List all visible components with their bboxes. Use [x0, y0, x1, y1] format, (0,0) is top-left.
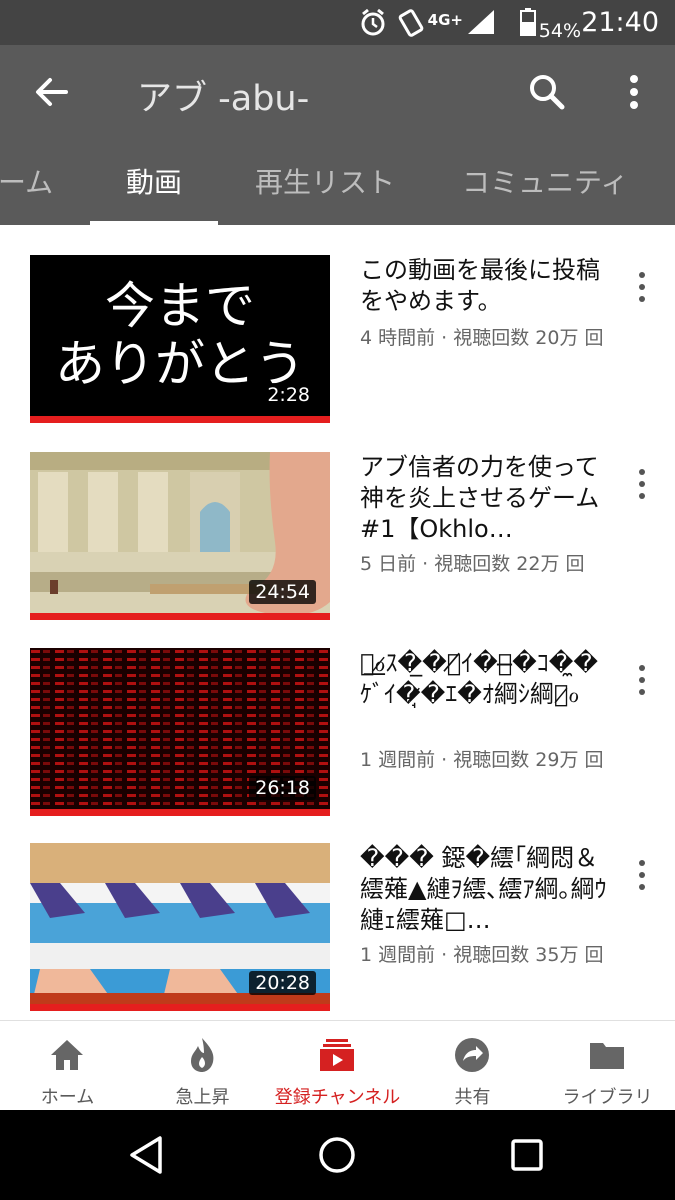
share-icon: [455, 1038, 489, 1072]
video-thumbnail[interactable]: 26:18: [30, 648, 330, 816]
video-item[interactable]: 24:54 アブ信者の力を使って神を炎上させるゲーム #1【Okhlo… 5 日…: [0, 452, 675, 622]
active-tab-indicator: [90, 221, 218, 225]
nav-label: 登録チャンネル: [274, 1087, 401, 1108]
more-vert-icon: [639, 860, 645, 890]
watched-progress-bar: [30, 1004, 330, 1011]
app-bar: アブ -abu- ーム 動画 再生リスト コミュニティ: [0, 45, 675, 225]
tab-playlists[interactable]: 再生リスト: [255, 161, 395, 201]
tab-videos[interactable]: 動画: [126, 161, 182, 201]
tab-home[interactable]: ーム: [0, 161, 53, 201]
video-menu-button[interactable]: [626, 267, 658, 307]
watched-progress-bar: [30, 416, 330, 423]
search-button[interactable]: [522, 67, 572, 117]
system-navigation-bar: [0, 1110, 675, 1200]
trending-flame-icon: [191, 1038, 214, 1072]
battery-icon: [520, 8, 536, 36]
channel-title: アブ -abu-: [137, 79, 310, 119]
video-title[interactable]: す͟ℴ̷ｽ�̲�ｸ̸ｲ�ｹ̶�ｺ�̼�ｹﾞｲ�̷̘�ｴ�ｵ綱ｼ綱ｳ̷ℴ: [360, 648, 610, 741]
subscriptions-icon: [320, 1039, 354, 1071]
video-thumbnail[interactable]: 今まで ありがとう 2:28: [30, 255, 330, 423]
nav-recents-square-icon[interactable]: [502, 1130, 552, 1180]
video-menu-button[interactable]: [626, 660, 658, 700]
bottom-navigation: ホーム 急上昇 登録チャンネル 共有 ライブラリ: [0, 1020, 675, 1110]
video-item[interactable]: 今まで ありがとう 2:28 この動画を最後に投稿をやめます。 4 時間前 · …: [0, 255, 675, 425]
video-menu-button[interactable]: [626, 464, 658, 504]
search-icon: [530, 75, 565, 110]
video-item[interactable]: 20:28 ��� 鐚�繧｢綱悶＆繧薙▲縺ｦ繧､繧ｱ綱｡綱ｳ縺ｪ繧薙□… 1 週…: [0, 843, 675, 1013]
video-duration: 2:28: [261, 383, 316, 407]
back-button[interactable]: [28, 67, 78, 117]
nav-home-circle-icon[interactable]: [312, 1130, 362, 1180]
video-meta: 5 日前 · 視聴回数 22万 回: [360, 553, 585, 575]
vibrate-icon: [398, 9, 424, 37]
video-thumbnail[interactable]: 20:28: [30, 843, 330, 1011]
watched-progress-bar: [30, 809, 330, 816]
more-vert-icon: [639, 665, 645, 695]
signal-icon: [468, 10, 494, 34]
video-meta: 1 週間前 · 視聴回数 29万 回: [360, 749, 604, 771]
video-title[interactable]: この動画を最後に投稿をやめます。: [360, 255, 610, 317]
video-menu-button[interactable]: [626, 855, 658, 895]
status-bar: 4G+ 54% 21:40: [0, 0, 675, 45]
video-duration: 20:28: [249, 971, 316, 995]
video-meta: 4 時間前 · 視聴回数 20万 回: [360, 327, 604, 349]
network-type: 4G+: [427, 10, 463, 29]
more-vert-icon: [639, 272, 645, 302]
clock: 21:40: [581, 7, 659, 38]
library-folder-icon: [590, 1043, 624, 1069]
nav-label: 急上昇: [175, 1087, 230, 1108]
video-thumbnail[interactable]: 24:54: [30, 452, 330, 620]
nav-subscriptions[interactable]: 登録チャンネル: [270, 1021, 405, 1111]
nav-label: ライブラリ: [562, 1087, 653, 1108]
video-duration: 26:18: [249, 776, 316, 800]
video-title[interactable]: ��� 鐚�繧｢綱悶＆繧薙▲縺ｦ繧､繧ｱ綱｡綱ｳ縺ｪ繧薙□…: [360, 843, 610, 936]
thumbnail-text-line: 今まで: [105, 277, 255, 335]
nav-back-triangle-icon[interactable]: [122, 1130, 172, 1180]
arrow-back-icon: [36, 78, 68, 106]
video-meta: 1 週間前 · 視聴回数 35万 回: [360, 944, 604, 966]
nav-trending[interactable]: 急上昇: [135, 1021, 270, 1111]
channel-tabs: ーム 動画 再生リスト コミュニティ: [0, 145, 675, 225]
video-duration: 24:54: [249, 580, 316, 604]
nav-home[interactable]: ホーム: [0, 1021, 135, 1111]
video-title[interactable]: アブ信者の力を使って神を炎上させるゲーム #1【Okhlo…: [360, 452, 610, 545]
more-options-button[interactable]: [612, 67, 656, 117]
alarm-icon: [361, 8, 385, 36]
watched-progress-bar: [30, 613, 330, 620]
nav-library[interactable]: ライブラリ: [540, 1021, 675, 1111]
nav-label: 共有: [454, 1087, 491, 1108]
more-vert-icon: [630, 75, 638, 109]
more-vert-icon: [639, 469, 645, 499]
video-item[interactable]: 26:18 す͟ℴ̷ｽ�̲�ｸ̸ｲ�ｹ̶�ｺ�̼�ｹﾞｲ�̷̘�ｴ�ｵ綱ｼ綱ｳ̷…: [0, 648, 675, 818]
tab-community[interactable]: コミュニティ: [462, 161, 628, 201]
nav-label: ホーム: [40, 1087, 95, 1108]
nav-share[interactable]: 共有: [405, 1021, 540, 1111]
home-icon: [51, 1040, 83, 1070]
